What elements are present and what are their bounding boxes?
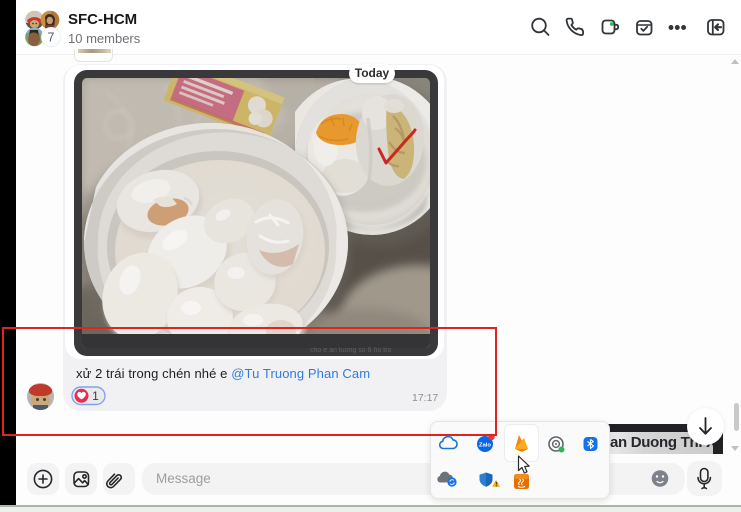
svg-text:Zalo: Zalo [479, 442, 491, 448]
svg-text:7: 7 [48, 30, 55, 44]
